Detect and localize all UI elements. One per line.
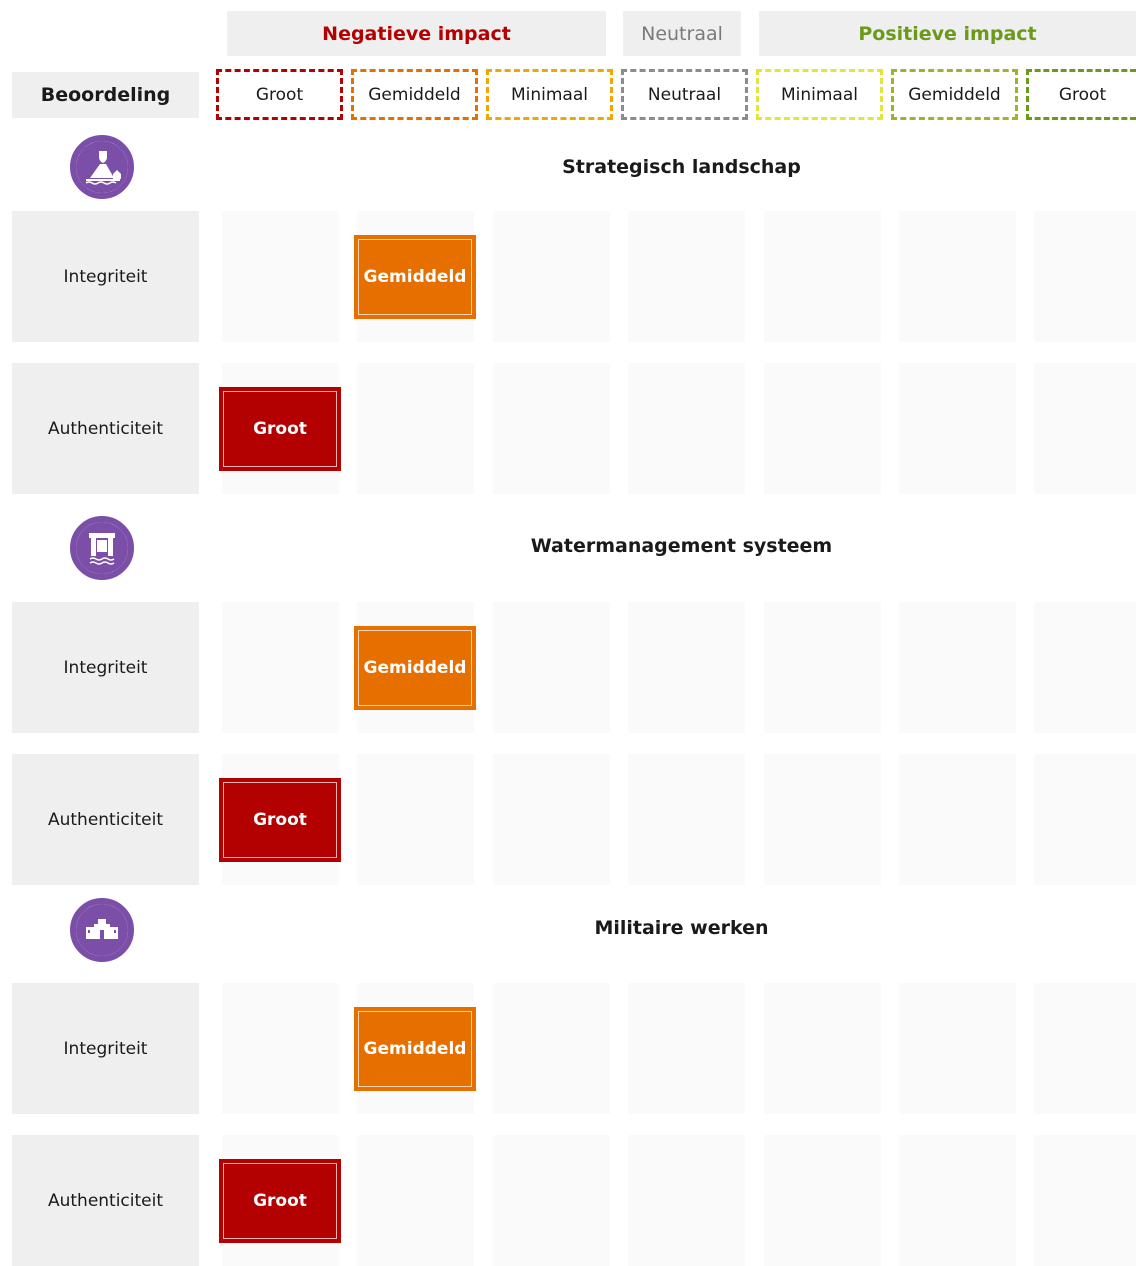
row-label-integriteit: Integriteit	[12, 211, 199, 342]
grid-cell	[493, 602, 610, 733]
grid-cell	[764, 602, 881, 733]
impact-box-groot: Groot	[219, 778, 341, 862]
sluice-gate-icon	[70, 516, 134, 580]
grid-cell	[628, 363, 745, 494]
fortified-landscape-icon	[70, 135, 134, 199]
grid-cell	[493, 754, 610, 885]
grid-cell	[764, 363, 881, 494]
grid-cell	[899, 602, 1016, 733]
grid-cell	[1034, 983, 1136, 1114]
grid-cell	[899, 1135, 1016, 1266]
grid-cell	[628, 1135, 745, 1266]
grid-cell	[899, 983, 1016, 1114]
grid-cell	[764, 1135, 881, 1266]
grid-cell	[628, 983, 745, 1114]
grid-cell	[1034, 363, 1136, 494]
grid-cell	[493, 983, 610, 1114]
grid-cell	[222, 983, 339, 1114]
grid-cell	[899, 211, 1016, 342]
grid-cell	[764, 754, 881, 885]
fortress-icon	[70, 898, 134, 962]
grid-cell	[899, 754, 1016, 885]
rating-header: Beoordeling	[12, 72, 199, 118]
grid-cell	[628, 602, 745, 733]
grid-cell	[899, 363, 1016, 494]
grid-cell	[222, 211, 339, 342]
row-label-integriteit: Integriteit	[12, 602, 199, 733]
scale-negative-medium: Gemiddeld	[351, 69, 478, 120]
section-title-watermanagement-systeem: Watermanagement systeem	[530, 535, 833, 557]
scale-positive-medium: Gemiddeld	[891, 69, 1018, 120]
scale-negative-large: Groot	[216, 69, 343, 120]
grid-cell	[493, 363, 610, 494]
grid-cell	[357, 363, 474, 494]
grid-cell	[628, 754, 745, 885]
section-title-strategisch-landschap: Strategisch landschap	[562, 156, 801, 178]
grid-cell	[357, 1135, 474, 1266]
scale-positive-minimal: Minimaal	[756, 69, 883, 120]
grid-cell	[493, 1135, 610, 1266]
grid-cell	[222, 602, 339, 733]
impact-box-gemiddeld: Gemiddeld	[354, 626, 476, 710]
row-label-integriteit: Integriteit	[12, 983, 199, 1114]
impact-box-gemiddeld: Gemiddeld	[354, 1007, 476, 1091]
grid-cell	[628, 211, 745, 342]
neutral-header: Neutraal	[623, 11, 741, 56]
scale-negative-minimal: Minimaal	[486, 69, 613, 120]
scale-positive-large: Groot	[1026, 69, 1136, 120]
impact-box-gemiddeld: Gemiddeld	[354, 235, 476, 319]
grid-cell	[357, 754, 474, 885]
impact-box-groot: Groot	[219, 1159, 341, 1243]
row-label-authenticiteit: Authenticiteit	[12, 1135, 199, 1266]
positive-impact-header: Positieve impact	[759, 11, 1136, 56]
grid-cell	[764, 983, 881, 1114]
grid-cell	[1034, 1135, 1136, 1266]
grid-cell	[764, 211, 881, 342]
impact-box-groot: Groot	[219, 387, 341, 471]
grid-cell	[1034, 754, 1136, 885]
section-title-militaire-werken: Militaire werken	[594, 917, 769, 939]
scale-neutral: Neutraal	[621, 69, 748, 120]
grid-cell	[1034, 211, 1136, 342]
negative-impact-header: Negatieve impact	[227, 11, 606, 56]
row-label-authenticiteit: Authenticiteit	[12, 754, 199, 885]
grid-cell	[1034, 602, 1136, 733]
grid-cell	[493, 211, 610, 342]
row-label-authenticiteit: Authenticiteit	[12, 363, 199, 494]
